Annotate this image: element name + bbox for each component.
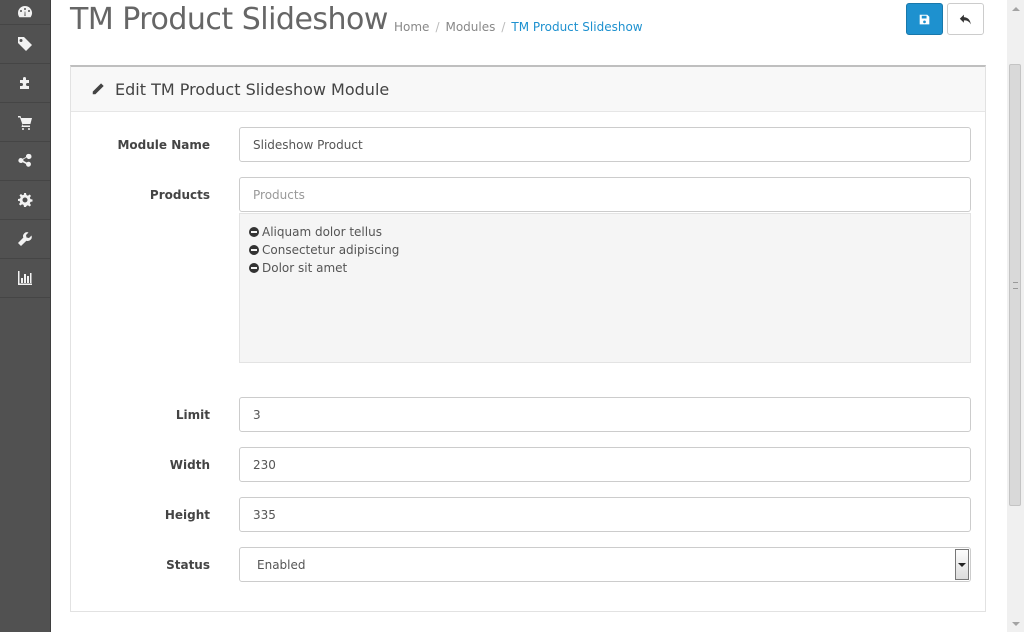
breadcrumb-home[interactable]: Home — [394, 20, 429, 34]
scroll-up-arrow-icon[interactable] — [1007, 0, 1024, 17]
height-label: Height — [164, 508, 210, 522]
panel-title: Edit TM Product Slideshow Module — [115, 79, 390, 99]
product-item: Consectetur adipiscing — [249, 241, 961, 259]
sidebar-item-dashboard[interactable] — [0, 0, 50, 25]
back-button[interactable] — [947, 3, 984, 35]
products-list: Aliquam dolor tellus Consectetur adipisc… — [239, 213, 971, 363]
scrollbar[interactable] — [1007, 0, 1024, 632]
product-item-label: Dolor sit amet — [262, 261, 348, 275]
sidebar-item-sales[interactable] — [0, 103, 50, 142]
sidebar — [0, 0, 51, 632]
breadcrumb-current[interactable]: TM Product Slideshow — [511, 20, 642, 34]
products-input[interactable]: Products — [239, 177, 971, 212]
sidebar-item-system[interactable] — [0, 181, 50, 220]
module-name-label: Module Name — [117, 138, 210, 152]
scroll-down-arrow-icon[interactable] — [1007, 615, 1024, 632]
puzzle-icon — [20, 77, 29, 89]
breadcrumb-modules[interactable]: Modules — [445, 20, 495, 34]
tags-icon — [18, 37, 32, 51]
product-item-label: Consectetur adipiscing — [262, 243, 400, 257]
module-name-input[interactable]: Slideshow Product — [239, 127, 971, 162]
height-input[interactable]: 335 — [239, 497, 971, 532]
remove-circle-icon[interactable] — [249, 227, 259, 237]
sidebar-item-reports[interactable] — [0, 259, 50, 298]
floppy-disk-icon — [919, 14, 930, 24]
dashboard-icon — [18, 6, 32, 18]
scroll-thumb[interactable] — [1009, 64, 1021, 506]
product-item: Aliquam dolor tellus — [249, 223, 961, 241]
breadcrumb: Home / Modules / TM Product Slideshow — [394, 20, 643, 34]
sidebar-item-tools[interactable] — [0, 220, 50, 259]
sidebar-item-marketing[interactable] — [0, 142, 50, 181]
shopping-cart-icon — [18, 116, 32, 130]
product-item-label: Aliquam dolor tellus — [262, 225, 382, 239]
width-input[interactable]: 230 — [239, 447, 971, 482]
reply-icon — [959, 14, 971, 24]
status-selected-value: Enabled — [257, 557, 306, 572]
width-label: Width — [169, 458, 210, 472]
sidebar-item-extensions[interactable] — [0, 64, 50, 103]
status-select[interactable]: Enabled — [239, 547, 971, 582]
breadcrumb-separator: / — [501, 20, 506, 34]
status-label: Status — [166, 558, 210, 572]
wrench-icon — [18, 232, 32, 246]
remove-circle-icon[interactable] — [249, 263, 259, 273]
page-title: TM Product Slideshow — [70, 2, 388, 37]
product-item: Dolor sit amet — [249, 259, 961, 277]
products-label: Products — [149, 188, 210, 202]
share-icon — [18, 153, 32, 167]
chevron-down-icon[interactable] — [955, 549, 969, 580]
edit-module-panel: Edit TM Product Slideshow Module Module … — [70, 65, 986, 612]
limit-input[interactable]: 3 — [239, 397, 971, 432]
limit-label: Limit — [175, 408, 210, 422]
remove-circle-icon[interactable] — [249, 245, 259, 255]
save-button[interactable] — [906, 3, 943, 35]
bar-chart-icon — [18, 271, 32, 285]
sidebar-item-catalog[interactable] — [0, 25, 50, 64]
panel-heading: Edit TM Product Slideshow Module — [71, 67, 985, 112]
pencil-icon — [91, 83, 104, 96]
breadcrumb-separator: / — [435, 20, 440, 34]
cog-icon — [18, 193, 33, 207]
